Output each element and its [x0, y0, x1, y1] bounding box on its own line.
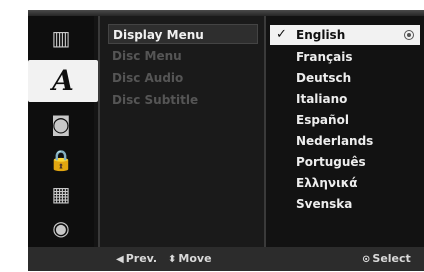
disc-menu-icon: ▥ [51, 26, 71, 50]
prev-hint[interactable]: ◀ Prev. [116, 247, 157, 271]
select-label: Select [372, 252, 411, 265]
option-italiano[interactable]: Italiano [270, 89, 420, 109]
speaker-icon: ◙ [51, 112, 71, 136]
select-hint[interactable]: ⊙ Select [362, 247, 411, 271]
option-francais[interactable]: Français [270, 47, 420, 67]
move-label: Move [178, 252, 212, 265]
option-nederlands[interactable]: Nederlands [270, 131, 420, 151]
option-espanol[interactable]: Español [270, 110, 420, 130]
enter-button-icon: ⊙ [362, 254, 371, 265]
enter-icon [404, 30, 414, 40]
option-portugues[interactable]: Português [270, 152, 420, 172]
prev-arrow-icon: ◀ [116, 254, 124, 265]
rail-item-disc[interactable]: ◉ [28, 212, 94, 244]
check-icon: ✓ [276, 27, 287, 42]
rail-item-lock[interactable]: 🔒 [28, 144, 94, 176]
menu-item-disc-subtitle[interactable]: Disc Subtitle [108, 90, 258, 110]
language-a-icon: A [52, 64, 74, 97]
option-greek[interactable]: Ελληνικά [270, 173, 420, 193]
lock-icon: 🔒 [48, 148, 74, 172]
option-deutsch[interactable]: Deutsch [270, 68, 420, 88]
prev-label: Prev. [125, 252, 158, 265]
updown-arrow-icon: ⬍ [168, 254, 177, 265]
menu-item-display-menu[interactable]: Display Menu [108, 24, 258, 44]
option-svenska[interactable]: Svenska [270, 194, 420, 214]
option-english[interactable]: ✓ English [270, 25, 420, 45]
bottom-hint-bar: ◀ Prev. ⬍ Move ⊙ Select [28, 247, 424, 271]
option-label: English [296, 28, 346, 42]
menu-item-disc-menu[interactable]: Disc Menu [108, 46, 258, 66]
rail-item-display[interactable]: ▥ [28, 22, 94, 54]
film-icon: ▦ [51, 182, 71, 206]
rail-item-audio[interactable]: ◙ [28, 108, 94, 140]
menu-item-disc-audio[interactable]: Disc Audio [108, 68, 258, 88]
category-rail: ▥ A ◙ 🔒 ▦ ◉ [28, 16, 98, 247]
menu-column: Display Menu Disc Menu Disc Audio Disc S… [98, 16, 264, 247]
setup-screen: ▥ A ◙ 🔒 ▦ ◉ Display Menu Disc Menu Disc … [28, 10, 424, 247]
rail-item-recording[interactable]: ▦ [28, 178, 94, 210]
language-options: ✓ English Français Deutsch Italiano Espa… [264, 16, 424, 247]
rail-item-language[interactable]: A [28, 60, 98, 102]
move-hint: ⬍ Move [168, 247, 212, 271]
disc-icon: ◉ [52, 216, 70, 240]
